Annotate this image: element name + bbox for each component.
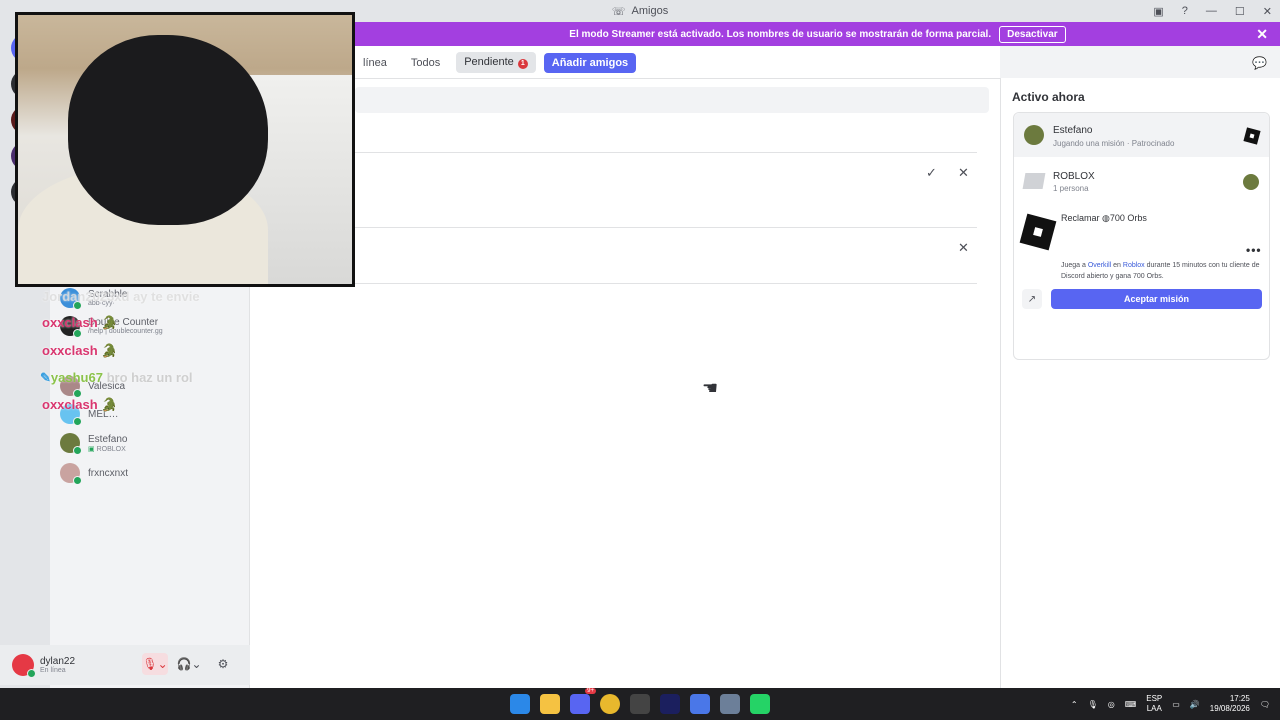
app-icon[interactable] xyxy=(690,694,710,714)
accept-quest-button[interactable]: Aceptar misión xyxy=(1051,289,1262,309)
divider xyxy=(355,227,977,228)
avatar xyxy=(60,433,82,455)
emote-icon: 🐊 xyxy=(101,397,118,412)
pending-badge: 1 xyxy=(517,59,528,69)
decline-request-icon[interactable]: ✕ xyxy=(958,165,969,181)
quest-description: Juega a Overkill en Roblox durante 15 mi… xyxy=(1061,262,1260,280)
avatar[interactable] xyxy=(12,654,36,678)
streamer-mode-banner: El modo Streamer está activado. Los nomb… xyxy=(355,22,1280,46)
dm-item[interactable]: frxncxnxt xyxy=(60,463,128,485)
volume-icon[interactable]: 🔊 xyxy=(1190,700,1200,709)
webcam-person xyxy=(68,35,268,225)
emote-icon: 🐊 xyxy=(101,315,118,330)
mic-icon[interactable]: 🎙 xyxy=(1088,700,1098,709)
search-input[interactable] xyxy=(355,87,989,113)
avatar xyxy=(60,463,82,485)
chrome-icon[interactable] xyxy=(600,694,620,714)
divider xyxy=(355,152,977,153)
window-controls: ▣ ? — ☐ ✕ xyxy=(1153,0,1272,22)
quest-platform-link[interactable]: Roblox xyxy=(1123,262,1145,269)
tab-pending[interactable]: Pendiente 1 xyxy=(456,52,536,73)
clock[interactable]: 17:25 19/08/2026 xyxy=(1210,694,1250,714)
game-icon xyxy=(1022,173,1046,189)
maximize-button[interactable]: ☐ xyxy=(1235,5,1245,18)
game-player-count: 1 persona xyxy=(1053,184,1089,193)
mute-mic-button[interactable]: 🎙 ⌄ xyxy=(142,653,168,675)
keyboard-icon[interactable]: ⌨ xyxy=(1125,700,1137,709)
accept-request-icon[interactable]: ✓ xyxy=(926,165,937,181)
notification-icon[interactable]: 🗨 xyxy=(1260,700,1270,709)
pencil-icon: ✎ xyxy=(40,370,51,385)
windows-start-icon[interactable] xyxy=(510,694,530,714)
gear-icon: ⚙ xyxy=(217,657,229,671)
hand-cursor-icon: ☚ xyxy=(702,378,719,398)
overlay-chat-line: oxxclash 🐊 xyxy=(42,343,118,358)
user-status: En línea xyxy=(40,667,66,674)
inbox-window-icon[interactable]: ▣ xyxy=(1153,5,1163,18)
overlay-chat-line: oxxclash 🐊 xyxy=(42,315,118,330)
activity-description: Jugando una misión · Patrocinado xyxy=(1053,139,1175,148)
minimize-button[interactable]: — xyxy=(1206,5,1217,17)
discord-badge: 9+ xyxy=(585,688,596,694)
inbox-icon[interactable]: 💬 xyxy=(1252,56,1267,70)
more-options-icon[interactable]: ••• xyxy=(1246,243,1262,257)
headphones-icon: 🎧 xyxy=(176,657,192,671)
game-name: ROBLOX xyxy=(1053,171,1095,182)
chevron-up-icon[interactable]: ⌃ xyxy=(1071,700,1078,709)
network-icon[interactable]: ◎ xyxy=(1108,700,1115,709)
overlay-chat-line: oxxclash 🐊 xyxy=(42,397,118,412)
file-explorer-icon[interactable] xyxy=(540,694,560,714)
whatsapp-icon[interactable] xyxy=(750,694,770,714)
language-indicator[interactable]: ESP LAA xyxy=(1146,694,1162,714)
avatar xyxy=(1243,174,1259,190)
tab-online[interactable]: línea xyxy=(355,53,395,73)
main-content xyxy=(250,46,1000,688)
quest-game-link[interactable]: Overkill xyxy=(1088,262,1111,269)
webcam-overlay xyxy=(15,12,355,287)
avatar xyxy=(1024,125,1044,145)
system-tray: ⌃ 🎙 ◎ ⌨ ESP LAA ▭ 🔊 17:25 19/08/2026 🗨 xyxy=(1071,688,1270,720)
close-window-button[interactable]: ✕ xyxy=(1263,5,1272,18)
friends-tabs: línea Todos Pendiente 1 Añadir amigos xyxy=(355,52,637,73)
username: dylan22 xyxy=(40,656,76,667)
overlay-chat-line: Jordan2023xd ay te envie xyxy=(42,289,200,304)
orb-icon: ◍ xyxy=(1102,213,1110,223)
help-icon[interactable]: ? xyxy=(1182,5,1188,17)
banner-close-icon[interactable]: ✕ xyxy=(1256,26,1268,43)
mic-off-icon: 🎙 xyxy=(142,657,158,671)
active-now-heading: Activo ahora xyxy=(1012,90,1085,104)
banner-message: El modo Streamer está activado. Los nomb… xyxy=(569,28,992,40)
obs-icon[interactable] xyxy=(630,694,650,714)
cancel-request-icon[interactable]: ✕ xyxy=(958,240,969,256)
window-title: ☏ Amigos xyxy=(611,5,669,18)
settings-button[interactable]: ⚙ xyxy=(210,653,236,675)
taskbar: 9+ ⌃ 🎙 ◎ ⌨ ESP LAA ▭ 🔊 17:25 19/08/2026 🗨 xyxy=(0,688,1280,720)
roblox-quest-icon xyxy=(1019,213,1057,251)
open-external-button[interactable]: ↗ xyxy=(1022,289,1042,309)
divider xyxy=(355,283,977,284)
activity-card[interactable]: Estefano Jugando una misión · Patrocinad… xyxy=(1013,112,1270,360)
add-friend-button[interactable]: Añadir amigos xyxy=(543,52,637,73)
user-panel: dylan22 En línea 🎙 ⌄ 🎧 ⌄ ⚙ xyxy=(0,645,250,685)
emote-icon: 🐊 xyxy=(101,343,118,358)
headphones-button[interactable]: 🎧 ⌄ xyxy=(176,653,202,675)
deactivate-button[interactable]: Desactivar xyxy=(999,25,1066,43)
activity-user-name: Estefano xyxy=(1053,125,1093,136)
quest-title: Reclamar ◍700 Orbs xyxy=(1061,213,1147,223)
active-now-panel: Activo ahora Estefano Jugando una misión… xyxy=(1000,78,1280,688)
arrow-up-right-icon: ↗ xyxy=(1027,293,1037,305)
friends-icon: ☏ xyxy=(611,5,626,18)
overlay-chat-line: ✎yashu67 bro haz un rol xyxy=(40,370,193,385)
camera-icon[interactable] xyxy=(720,694,740,714)
premiere-icon[interactable] xyxy=(660,694,680,714)
discord-app-icon[interactable]: 9+ xyxy=(570,688,596,714)
tab-all[interactable]: Todos xyxy=(403,53,448,73)
dm-item[interactable]: Estefano ▣ ROBLOX xyxy=(60,433,127,455)
game-icon: ▣ xyxy=(88,445,95,453)
display-icon[interactable]: ▭ xyxy=(1172,700,1180,709)
